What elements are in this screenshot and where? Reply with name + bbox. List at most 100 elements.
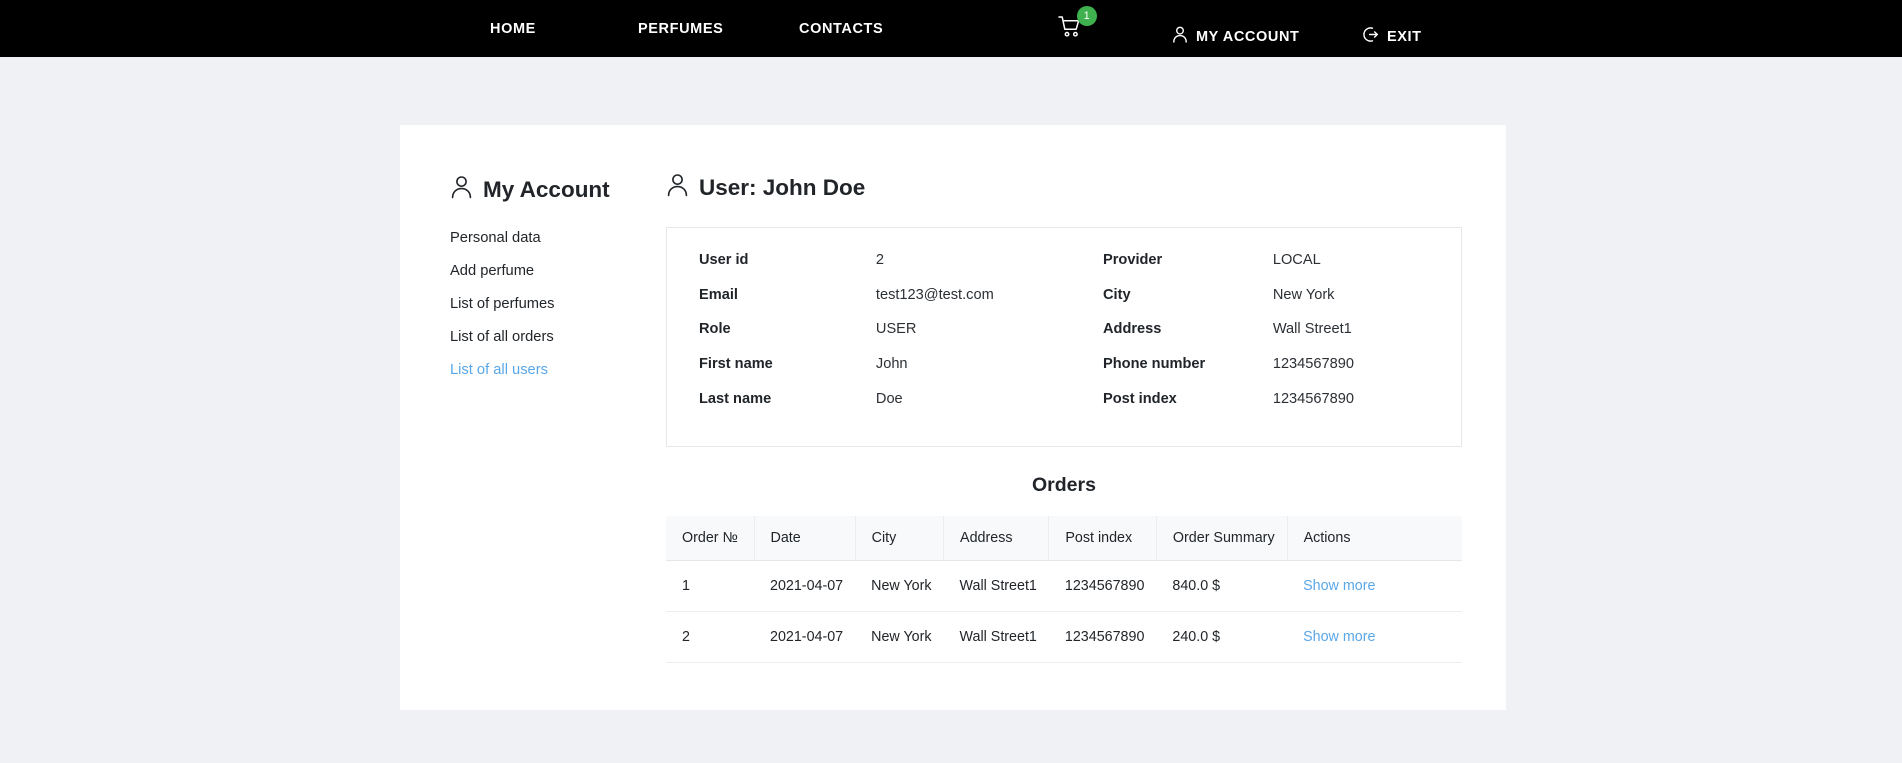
info-row-post-index: Post index 1234567890 [1103, 389, 1423, 424]
nav-account-label: MY ACCOUNT [1196, 28, 1300, 45]
main-content: User: John Doe User id 2 Email test123@t… [666, 173, 1462, 663]
info-key-role: Role [699, 321, 731, 338]
sidebar-link-list-of-all-orders[interactable]: List of all orders [450, 329, 554, 345]
info-value-phone-number: 1234567890 [1272, 356, 1354, 373]
cell-address: Wall Street1 [943, 611, 1049, 663]
cell-address: Wall Street1 [943, 560, 1049, 612]
column-header-city: City [855, 515, 945, 561]
info-row-phone-number: Phone number 1234567890 [1103, 354, 1423, 389]
user-info-right-column: Provider LOCAL City New York Address Wal… [1103, 250, 1423, 424]
info-value-user-id: 2 [875, 252, 885, 268]
cell-actions: Show more [1287, 611, 1462, 663]
table-row: 1 2021-04-07 New York Wall Street1 12345… [666, 560, 1462, 612]
top-navbar: HOME PERFUMES CONTACTS 1 MY ACCOUNT EXIT [0, 0, 1902, 57]
user-icon [450, 175, 473, 205]
cell-post-index: 1234567890 [1048, 560, 1157, 612]
orders-table: Order № Date City Address Post index Ord… [666, 515, 1462, 663]
nav-contacts-label: CONTACTS [799, 21, 884, 37]
info-key-last-name: Last name [699, 390, 772, 407]
show-more-link[interactable]: Show more [1303, 629, 1375, 645]
cart-badge: 1 [1077, 6, 1097, 26]
cell-post-index: 1234567890 [1048, 611, 1157, 663]
shopping-cart-icon [1058, 16, 1084, 43]
orders-table-head: Order № Date City Address Post index Ord… [666, 515, 1462, 561]
sidebar-item-list-of-perfumes[interactable]: List of perfumes [450, 295, 660, 313]
user-info-panel: User id 2 Email test123@test.com Role US… [666, 227, 1462, 447]
cell-city: New York [855, 611, 944, 663]
cell-date: 2021-04-07 [754, 560, 856, 612]
show-more-link[interactable]: Show more [1303, 578, 1375, 594]
info-key-provider: Provider [1103, 252, 1163, 268]
column-header-date: Date [754, 515, 856, 561]
cell-date: 2021-04-07 [754, 611, 856, 663]
cell-order-summary: 840.0 $ [1156, 560, 1288, 612]
info-key-email: Email [699, 286, 738, 303]
info-value-role: USER [875, 321, 917, 338]
account-sidebar: My Account Personal data Add perfume Lis… [450, 175, 660, 394]
sidebar-link-personal-data[interactable]: Personal data [450, 230, 541, 246]
column-header-post-index: Post index [1048, 515, 1157, 561]
info-value-address: Wall Street1 [1272, 321, 1352, 338]
column-header-order-no: Order № [666, 515, 755, 561]
logout-icon [1362, 26, 1379, 47]
nav-item-my-account[interactable]: MY ACCOUNT [1172, 26, 1299, 47]
info-value-post-index: 1234567890 [1272, 390, 1354, 407]
sidebar-menu: Personal data Add perfume List of perfum… [450, 229, 660, 379]
info-key-address: Address [1103, 321, 1162, 338]
info-key-user-id: User id [699, 252, 749, 268]
info-value-city: New York [1272, 286, 1335, 303]
orders-table-body: 1 2021-04-07 New York Wall Street1 12345… [666, 560, 1462, 663]
nav-item-contacts[interactable]: CONTACTS [799, 21, 883, 37]
cell-order-no: 2 [666, 611, 754, 663]
sidebar-link-add-perfume[interactable]: Add perfume [450, 263, 534, 279]
cell-order-summary: 240.0 $ [1156, 611, 1288, 663]
column-header-address: Address [943, 515, 1050, 561]
info-value-provider: LOCAL [1272, 252, 1321, 268]
nav-exit-label: EXIT [1387, 28, 1422, 45]
nav-item-perfumes[interactable]: PERFUMES [638, 21, 723, 37]
sidebar-item-personal-data[interactable]: Personal data [450, 229, 660, 247]
info-row-email: Email test123@test.com [699, 285, 1103, 320]
sidebar-title: My Account [450, 175, 660, 205]
info-row-first-name: First name John [699, 354, 1103, 389]
sidebar-item-list-of-all-orders[interactable]: List of all orders [450, 328, 660, 346]
info-key-post-index: Post index [1103, 390, 1177, 407]
info-value-email: test123@test.com [875, 286, 994, 303]
table-row: 2 2021-04-07 New York Wall Street1 12345… [666, 611, 1462, 663]
cell-actions: Show more [1287, 560, 1462, 612]
column-header-order-summary: Order Summary [1156, 515, 1288, 561]
info-key-phone-number: Phone number [1103, 356, 1206, 373]
user-icon [666, 173, 689, 203]
sidebar-link-list-of-perfumes[interactable]: List of perfumes [450, 296, 555, 312]
sidebar-title-label: My Account [483, 177, 610, 202]
sidebar-item-add-perfume[interactable]: Add perfume [450, 262, 660, 280]
info-row-address: Address Wall Street1 [1103, 319, 1423, 354]
cell-order-no: 1 [666, 560, 754, 612]
info-row-last-name: Last name Doe [699, 389, 1103, 424]
orders-heading: Orders [1032, 473, 1096, 496]
page-title: User: John Doe [666, 173, 1462, 203]
nav-item-cart[interactable]: 1 [1058, 6, 1097, 43]
sidebar-link-list-of-all-users[interactable]: List of all users [450, 362, 548, 378]
user-icon [1172, 26, 1188, 47]
sidebar-item-list-of-all-users[interactable]: List of all users [450, 361, 660, 379]
info-row-role: Role USER [699, 319, 1103, 354]
nav-perfumes-label: PERFUMES [638, 21, 724, 37]
info-key-city: City [1103, 286, 1131, 303]
nav-home-label: HOME [490, 21, 536, 37]
info-value-first-name: John [875, 356, 908, 373]
nav-item-home[interactable]: HOME [490, 21, 536, 37]
page-card: My Account Personal data Add perfume Lis… [400, 125, 1506, 710]
cart-wrapper: 1 [1058, 6, 1097, 43]
nav-links: HOME PERFUMES CONTACTS 1 MY ACCOUNT EXIT [0, 0, 1902, 57]
info-row-city: City New York [1103, 285, 1423, 320]
info-row-provider: Provider LOCAL [1103, 250, 1423, 285]
orders-header-row: Order № Date City Address Post index Ord… [666, 515, 1462, 561]
cell-city: New York [855, 560, 944, 612]
info-row-user-id: User id 2 [699, 250, 1103, 285]
user-info-left-column: User id 2 Email test123@test.com Role US… [699, 250, 1103, 424]
column-header-actions: Actions [1287, 515, 1462, 561]
nav-item-exit[interactable]: EXIT [1362, 26, 1422, 47]
info-key-first-name: First name [699, 356, 773, 373]
page-title-label: User: John Doe [699, 175, 866, 200]
